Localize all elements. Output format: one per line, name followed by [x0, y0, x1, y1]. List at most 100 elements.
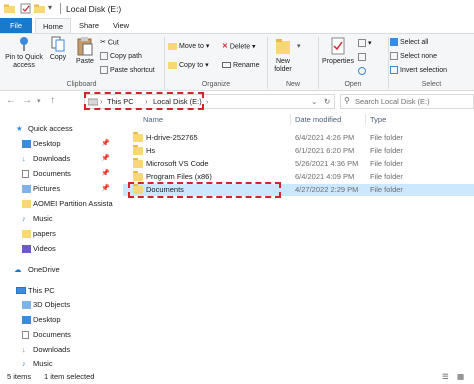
nav-item-downloads-pc[interactable]: ↓ Downloads [0, 343, 120, 357]
select-all-button[interactable]: Select all [390, 37, 428, 48]
details-view-icon[interactable]: ☰ [442, 370, 449, 384]
nav-item-label: 3D Objects [33, 300, 71, 309]
large-icons-view-icon[interactable]: ▦ [457, 370, 464, 384]
delete-icon: ✕ [222, 43, 228, 50]
nav-item-3d-objects[interactable]: 3D Objects [0, 298, 120, 312]
quick-access-toolbar-dropdown-icon[interactable]: ▾ [48, 3, 52, 12]
videos-icon [22, 245, 31, 253]
column-header-date[interactable]: Date modified [295, 115, 341, 124]
back-arrow-icon[interactable]: ← [6, 95, 16, 106]
nav-item-desktop[interactable]: Desktop 📌 [0, 137, 120, 151]
nav-item-desktop-pc[interactable]: Desktop [0, 313, 120, 327]
nav-item-pictures[interactable]: Pictures 📌 [0, 182, 120, 196]
search-input[interactable]: ⚲ Search Local Disk (E:) [340, 94, 474, 109]
folder-icon [133, 132, 143, 142]
desktop-icon [22, 140, 31, 148]
nav-item-papers[interactable]: papers [0, 227, 120, 241]
forward-arrow-icon[interactable]: → [22, 95, 32, 106]
nav-item-music-pc[interactable]: ♪ Music [0, 357, 120, 371]
invert-selection-icon [390, 66, 398, 75]
select-all-icon [390, 38, 398, 47]
nav-onedrive[interactable]: ☁ OneDrive [0, 263, 120, 277]
column-header-name[interactable]: Name [143, 115, 163, 124]
pin-to-quick-access-button[interactable]: Pin to Quick access [2, 36, 46, 70]
select-none-button[interactable]: Select none [390, 51, 437, 62]
nav-item-label: Music [33, 214, 53, 223]
tab-share[interactable]: Share [72, 18, 106, 33]
address-dropdown-chevron-icon[interactable]: ⌄ [311, 97, 317, 106]
nav-item-label: Downloads [33, 345, 71, 354]
file-date: 5/26/2021 4:36 PM [295, 159, 359, 168]
rename-button[interactable]: Rename [222, 60, 259, 71]
up-arrow-icon[interactable]: ↑ [50, 95, 55, 106]
copy-to-button[interactable]: Copy to ▾ [168, 60, 209, 71]
invert-selection-button[interactable]: Invert selection [390, 65, 447, 76]
nav-item-music[interactable]: ♪ Music [0, 212, 120, 226]
status-bar: 5 items 1 item selected ☰ ▦ [0, 370, 474, 384]
rename-icon [222, 62, 231, 69]
new-item-dropdown-icon[interactable]: ▾ [297, 41, 301, 52]
nav-item-label: Videos [33, 244, 56, 253]
nav-item-label: AOMEI Partition Assista [33, 199, 113, 208]
move-to-icon [168, 42, 177, 50]
copy-label: Copy [49, 54, 67, 61]
highlight-box [84, 92, 204, 110]
new-folder-button[interactable]: New folder [270, 36, 296, 74]
pin-to-quick-access-label: Pin to Quick access [5, 54, 43, 69]
column-separator[interactable] [290, 114, 291, 125]
properties-label: Properties [322, 58, 354, 65]
folder-icon [22, 200, 31, 208]
edit-button[interactable] [358, 52, 368, 63]
desktop-icon [22, 316, 31, 324]
folder-icon [4, 4, 15, 13]
properties-button[interactable]: Properties [321, 36, 355, 66]
nav-this-pc[interactable]: This PC [0, 284, 120, 298]
ribbon: Pin to Quick access Copy Paste ✂ Cut Copy… [0, 33, 474, 91]
tab-file[interactable]: File [0, 18, 32, 33]
paste-icon [77, 37, 93, 56]
cut-button[interactable]: ✂ Cut [100, 37, 119, 48]
properties-icon[interactable] [20, 3, 31, 14]
delete-button[interactable]: ✕ Delete ▾ [222, 41, 256, 52]
tab-home[interactable]: Home [35, 18, 71, 33]
paste-button[interactable]: Paste [72, 36, 98, 66]
table-row[interactable]: Microsoft VS Code 5/26/2021 4:36 PM File… [123, 158, 474, 170]
copy-path-button[interactable]: Copy path [100, 51, 142, 62]
open-icon [358, 39, 366, 48]
pictures-icon [22, 185, 31, 193]
column-separator[interactable] [365, 114, 366, 125]
nav-item-label: Documents [33, 330, 71, 339]
clipboard-group-label: Clipboard [66, 81, 97, 88]
nav-item-downloads[interactable]: ↓ Downloads 📌 [0, 152, 120, 166]
copy-to-label: Copy to [179, 62, 204, 69]
star-icon: ★ [16, 124, 23, 133]
item-count: 5 items [7, 372, 32, 381]
nav-item-documents-pc[interactable]: Documents [0, 328, 120, 342]
copy-button[interactable]: Copy [46, 36, 70, 62]
column-header-type[interactable]: Type [370, 115, 386, 124]
folder-icon [133, 145, 143, 155]
nav-quick-access[interactable]: ★ Quick access [0, 122, 120, 136]
nav-this-pc-label: This PC [28, 286, 55, 295]
highlight-box [128, 182, 281, 198]
recent-locations-chevron-icon[interactable]: ▾ [37, 97, 41, 105]
history-icon [358, 67, 366, 76]
history-button[interactable] [358, 66, 368, 77]
table-row[interactable]: H-drive-252765 6/4/2021 4:26 PM File fol… [123, 132, 474, 144]
file-date: 6/4/2021 4:26 PM [295, 133, 355, 142]
nav-item-aomei[interactable]: AOMEI Partition Assista [0, 197, 120, 211]
paste-shortcut-button[interactable]: Paste shortcut [100, 65, 155, 76]
document-icon [22, 170, 29, 178]
table-row[interactable]: Hs 6/1/2021 6:20 PM File folder [123, 145, 474, 157]
nav-item-documents[interactable]: Documents 📌 [0, 167, 120, 181]
new-folder-icon[interactable] [34, 3, 45, 14]
music-icon: ♪ [22, 359, 26, 368]
selection-count: 1 item selected [44, 372, 95, 381]
copy-to-icon [168, 61, 177, 69]
open-dropdown-button[interactable]: ▾ [358, 38, 372, 49]
tab-view[interactable]: View [106, 18, 136, 33]
nav-item-videos[interactable]: Videos [0, 242, 120, 256]
move-to-button[interactable]: Move to ▾ [168, 41, 209, 52]
refresh-icon[interactable]: ↻ [324, 97, 330, 106]
file-type: File folder [370, 133, 403, 142]
